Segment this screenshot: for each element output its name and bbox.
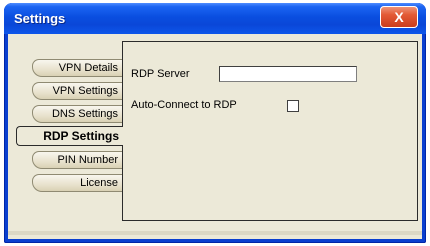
title-bar[interactable]: Settings X [4,3,426,34]
auto-connect-label: Auto-Connect to RDP [131,99,237,111]
settings-window: Settings X VPN Details VPN Settings DNS … [4,3,426,243]
tab-vpn-settings[interactable]: VPN Settings [32,82,122,100]
close-button[interactable]: X [380,6,418,28]
tab-pin-number[interactable]: PIN Number [32,151,122,169]
tab-label: DNS Settings [51,108,118,120]
tab-dns-settings[interactable]: DNS Settings [32,105,122,123]
tab-label: RDP Settings [43,129,119,143]
tab-label: PIN Number [57,154,118,166]
tab-license[interactable]: License [32,174,122,192]
dialog-body: VPN Details VPN Settings DNS Settings RD… [8,34,422,239]
rdp-server-input[interactable] [219,66,357,82]
tab-label: License [80,177,118,189]
close-icon: X [394,9,404,25]
auto-connect-checkbox[interactable] [287,100,299,112]
tab-label: VPN Details [58,62,118,74]
rdp-server-label: RDP Server [131,68,190,80]
tab-rdp-settings[interactable]: RDP Settings [16,126,123,146]
tab-vpn-details[interactable]: VPN Details [32,59,122,77]
bottom-bar [8,231,422,235]
rdp-settings-panel: RDP Server Auto-Connect to RDP [122,41,418,221]
window-title: Settings [14,11,66,26]
tab-label: VPN Settings [52,85,118,97]
